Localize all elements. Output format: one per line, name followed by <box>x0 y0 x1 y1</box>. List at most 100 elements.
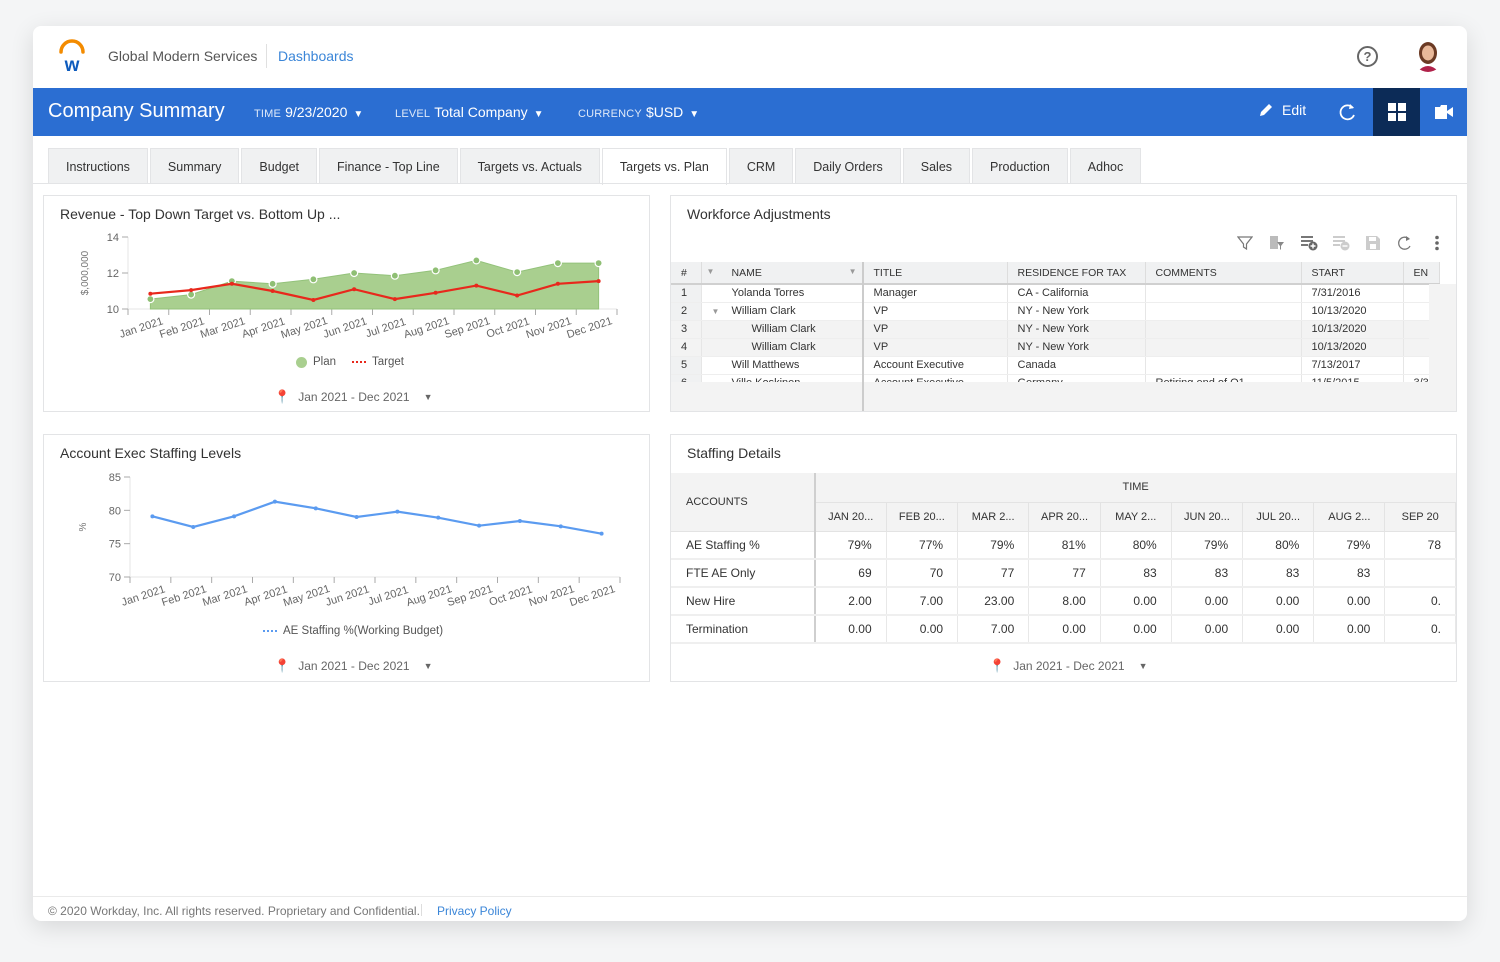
cell-name[interactable]: Will Matthews <box>701 356 864 375</box>
table-row[interactable]: 2 ▼ William Clark VP NY - New York 10/13/2020 <box>671 302 1440 321</box>
value-cell[interactable]: 78 <box>1384 531 1456 560</box>
month-header[interactable]: JUL 20... <box>1242 502 1315 532</box>
value-cell[interactable]: 83 <box>1242 559 1315 588</box>
refresh-icon[interactable] <box>1396 234 1414 252</box>
cell-start[interactable]: 10/13/2020 <box>1301 302 1404 321</box>
value-cell[interactable]: 83 <box>1171 559 1244 588</box>
cell-residence[interactable]: NY - New York <box>1007 320 1146 339</box>
value-cell[interactable]: 77 <box>1028 559 1101 588</box>
cell-comments[interactable] <box>1145 284 1302 303</box>
value-cell[interactable]: 0.00 <box>1242 587 1315 616</box>
revenue-date-range[interactable]: 📍 Jan 2021 - Dec 2021 ▼ <box>274 389 433 405</box>
cell-name[interactable]: Yolanda Torres <box>701 284 864 303</box>
value-cell[interactable]: 0.00 <box>886 615 959 644</box>
legend-ae-label[interactable]: AE Staffing %(Working Budget) <box>283 625 443 637</box>
collapse-row-icon[interactable]: ▼ <box>712 307 720 316</box>
value-cell[interactable]: 0.00 <box>1313 587 1386 616</box>
cell-title[interactable]: Account Executive <box>863 356 1008 375</box>
cell-title[interactable]: VP <box>863 338 1008 357</box>
remove-row-icon[interactable] <box>1332 234 1350 252</box>
staffing-date-range[interactable]: 📍 Jan 2021 - Dec 2021 ▼ <box>274 658 433 674</box>
tab-finance-top-line[interactable]: Finance - Top Line <box>319 148 458 184</box>
column-header-residence[interactable]: RESIDENCE FOR TAX <box>1007 262 1146 285</box>
month-header[interactable]: AUG 2... <box>1313 502 1386 532</box>
filter-icon[interactable] <box>1236 234 1254 252</box>
privacy-policy-link[interactable]: Privacy Policy <box>437 904 512 918</box>
tab-sales[interactable]: Sales <box>902 148 971 184</box>
value-cell[interactable]: 80% <box>1242 531 1315 560</box>
value-cell[interactable]: 0.00 <box>1171 615 1244 644</box>
value-cell[interactable]: 81% <box>1028 531 1101 560</box>
expand-all-icon[interactable]: ▼ <box>707 267 715 276</box>
column-header-comments[interactable]: COMMENTS <box>1145 262 1302 285</box>
cell-residence[interactable]: NY - New York <box>1007 302 1146 321</box>
cell-name[interactable]: ▼ William Clark <box>701 302 864 321</box>
video-icon[interactable] <box>1420 88 1467 136</box>
value-cell[interactable]: 79% <box>1313 531 1386 560</box>
value-cell[interactable]: 7.00 <box>886 587 959 616</box>
value-cell[interactable]: 83 <box>1100 559 1172 588</box>
value-cell[interactable]: 0.00 <box>814 615 887 644</box>
column-header-name[interactable]: ▼ NAME ▼ <box>701 262 864 285</box>
value-cell[interactable]: 79% <box>957 531 1030 560</box>
value-cell[interactable]: 77% <box>886 531 959 560</box>
table-row[interactable]: 5 Will Matthews Account Executive Canada 7/1… <box>671 356 1440 375</box>
workday-logo[interactable]: w <box>57 38 87 74</box>
value-cell[interactable]: 7.00 <box>957 615 1030 644</box>
value-cell[interactable]: 0. <box>1384 615 1456 644</box>
cell-comments[interactable] <box>1145 302 1302 321</box>
level-filter[interactable]: LEVEL Total Company ▼ <box>395 104 544 120</box>
value-cell[interactable]: 0.00 <box>1028 615 1101 644</box>
more-vertical-icon[interactable] <box>1428 234 1446 252</box>
value-cell[interactable]: 23.00 <box>957 587 1030 616</box>
cell-name[interactable]: William Clark <box>701 338 864 357</box>
cell-start[interactable]: 10/13/2020 <box>1301 320 1404 339</box>
save-icon[interactable] <box>1364 234 1382 252</box>
grid-scroll-area[interactable] <box>1429 284 1456 411</box>
legend-plan-label[interactable]: Plan <box>313 356 336 368</box>
value-cell[interactable]: 0.00 <box>1313 615 1386 644</box>
cell-start[interactable]: 7/13/2017 <box>1301 356 1404 375</box>
grid-view-icon[interactable] <box>1373 88 1420 136</box>
month-header[interactable]: FEB 20... <box>886 502 959 532</box>
dashboards-link[interactable]: Dashboards <box>278 48 354 64</box>
value-cell[interactable]: 8.00 <box>1028 587 1101 616</box>
month-header[interactable]: APR 20... <box>1028 502 1101 532</box>
help-icon[interactable]: ? <box>1357 46 1378 67</box>
column-header-end[interactable]: EN <box>1403 262 1440 285</box>
tab-targets-vs-actuals[interactable]: Targets vs. Actuals <box>459 148 600 184</box>
cell-title[interactable]: VP <box>863 302 1008 321</box>
cell-comments[interactable] <box>1145 338 1302 357</box>
cell-comments[interactable] <box>1145 356 1302 375</box>
cell-residence[interactable]: NY - New York <box>1007 338 1146 357</box>
tab-summary[interactable]: Summary <box>149 148 240 184</box>
cell-title[interactable]: Manager <box>863 284 1008 303</box>
value-cell[interactable]: 69 <box>814 559 887 588</box>
time-filter[interactable]: TIME 9/23/2020 ▼ <box>254 104 363 120</box>
tab-budget[interactable]: Budget <box>241 148 318 184</box>
value-cell[interactable]: 83 <box>1313 559 1386 588</box>
value-cell[interactable]: 79% <box>814 531 887 560</box>
column-filter-icon[interactable] <box>1268 234 1286 252</box>
tab-crm[interactable]: CRM <box>728 148 794 184</box>
table-row[interactable]: 4 William Clark VP NY - New York 10/13/2020 <box>671 338 1440 357</box>
month-header[interactable]: JAN 20... <box>814 502 887 532</box>
value-cell[interactable]: 0. <box>1384 587 1456 616</box>
value-cell[interactable]: 77 <box>957 559 1030 588</box>
value-cell[interactable]: 79% <box>1171 531 1244 560</box>
cell-start[interactable]: 10/13/2020 <box>1301 338 1404 357</box>
table-row[interactable]: 3 William Clark VP NY - New York 10/13/2020 <box>671 320 1440 339</box>
refresh-icon[interactable] <box>1338 100 1358 124</box>
month-header[interactable]: JUN 20... <box>1171 502 1244 532</box>
column-header-number[interactable]: # <box>671 262 702 285</box>
value-cell[interactable] <box>1384 559 1456 588</box>
edit-button[interactable]: Edit <box>1258 102 1306 118</box>
cell-comments[interactable] <box>1145 320 1302 339</box>
column-header-start[interactable]: START <box>1301 262 1404 285</box>
value-cell[interactable]: 0.00 <box>1242 615 1315 644</box>
value-cell[interactable]: 70 <box>886 559 959 588</box>
month-header[interactable]: MAY 2... <box>1100 502 1172 532</box>
value-cell[interactable]: 80% <box>1100 531 1172 560</box>
cell-title[interactable]: VP <box>863 320 1008 339</box>
tab-instructions[interactable]: Instructions <box>48 148 148 184</box>
